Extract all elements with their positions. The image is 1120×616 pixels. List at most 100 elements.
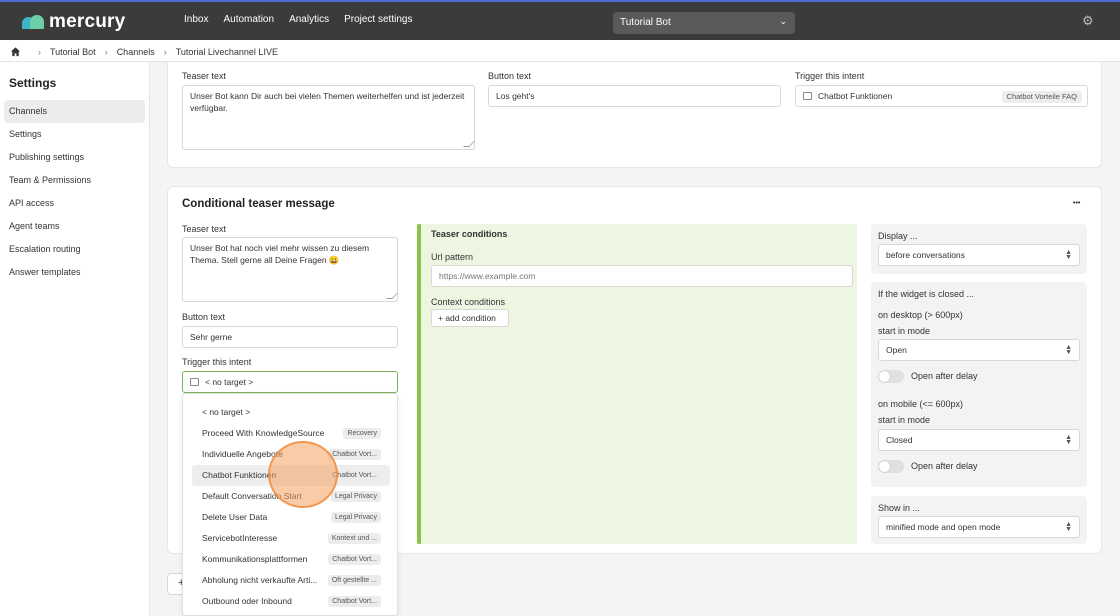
desktop-delay-toggle[interactable] bbox=[878, 370, 904, 383]
conditional-trigger-intent-select[interactable]: < no target > bbox=[182, 371, 398, 393]
gear-icon[interactable]: ⚙ bbox=[1082, 14, 1096, 28]
dropdown-item-label: Chatbot Funktionen bbox=[202, 470, 277, 480]
breadcrumb-channel[interactable]: Tutorial Livechannel LIVE bbox=[176, 47, 278, 57]
desktop-mode-label: start in mode bbox=[878, 326, 931, 336]
teaser-conditions-title: Teaser conditions bbox=[431, 229, 508, 239]
sidebar-item-publishing-settings[interactable]: Publishing settings bbox=[4, 146, 145, 169]
sidebar-item-channels[interactable]: Channels bbox=[4, 100, 145, 123]
dropdown-item-badge: Chatbot Vort... bbox=[328, 470, 381, 481]
dropdown-item[interactable]: < no target > bbox=[192, 402, 390, 423]
url-pattern-input[interactable] bbox=[431, 265, 853, 287]
dropdown-item[interactable]: Kommunikationsplattformen Chatbot Vort... bbox=[192, 549, 390, 570]
sidebar-items: Channels Settings Publishing settings Te… bbox=[4, 100, 145, 284]
conditional-teaser-text-label: Teaser text bbox=[182, 224, 227, 234]
dropdown-item-badge: Chatbot Vort... bbox=[328, 449, 381, 460]
mobile-mode-label: start in mode bbox=[878, 415, 931, 425]
settings-sidebar: Settings Channels Settings Publishing se… bbox=[0, 62, 150, 616]
breadcrumb: › Tutorial Bot › Channels › Tutorial Liv… bbox=[0, 42, 1120, 62]
more-options-icon[interactable]: ••• bbox=[1073, 200, 1080, 207]
show-in-value: minified mode and open mode bbox=[886, 522, 1001, 532]
teaser-card: Teaser text Unser Bot kann Dir auch bei … bbox=[167, 62, 1102, 168]
dropdown-item-label: Kommunikationsplattformen bbox=[202, 554, 308, 564]
trigger-intent-select[interactable]: Chatbot Funktionen Chatbot Vorteile FAQ bbox=[795, 85, 1088, 107]
dropdown-item-label: Proceed With KnowledgeSource bbox=[202, 428, 325, 438]
mercury-logo-icon bbox=[22, 15, 44, 29]
dropdown-item-label: Delete User Data bbox=[202, 512, 268, 522]
display-select[interactable]: before conversations ▲ ▼ bbox=[878, 244, 1080, 266]
dropdown-item-label: Default Conversation Start bbox=[202, 491, 302, 501]
dropdown-item[interactable]: Proceed With KnowledgeSource Recovery bbox=[192, 423, 390, 444]
dropdown-item[interactable]: Outbound oder Inbound Chatbot Vort... bbox=[192, 591, 390, 612]
show-in-card: Show in ... minified mode and open mode … bbox=[871, 496, 1087, 544]
desktop-mode-select[interactable]: Open ▲ ▼ bbox=[878, 339, 1080, 361]
intent-group-badge: Chatbot Vorteile FAQ bbox=[1001, 91, 1082, 103]
conditional-button-text-input[interactable]: Sehr gerne bbox=[182, 326, 398, 348]
add-condition-button[interactable]: + add condition bbox=[431, 309, 509, 327]
breadcrumb-project[interactable]: Tutorial Bot bbox=[50, 47, 96, 57]
conditional-button-text-label: Button text bbox=[182, 312, 226, 322]
dropdown-item[interactable]: ServicebotInteresse Kontext und ... bbox=[192, 528, 390, 549]
button-text-label: Button text bbox=[488, 71, 532, 81]
intent-icon bbox=[190, 377, 199, 386]
sidebar-item-api-access[interactable]: API access bbox=[4, 192, 145, 215]
display-card: Display ... before conversations ▲ ▼ bbox=[871, 224, 1087, 274]
mobile-delay-label: Open after delay bbox=[911, 461, 978, 471]
chevron-right-icon: › bbox=[38, 46, 41, 57]
main-nav: Inbox Automation Analytics Project setti… bbox=[184, 14, 427, 25]
project-select[interactable]: Tutorial Bot ⌄ bbox=[613, 12, 795, 34]
dropdown-item-badge: Kontext und ... bbox=[327, 533, 381, 544]
teaser-text-label: Teaser text bbox=[182, 71, 227, 81]
mobile-delay-toggle[interactable] bbox=[878, 460, 904, 473]
chevron-down-icon: ⌄ bbox=[779, 16, 787, 26]
sidebar-item-escalation-routing[interactable]: Escalation routing bbox=[4, 238, 145, 261]
show-in-select[interactable]: minified mode and open mode ▲ ▼ bbox=[878, 516, 1080, 538]
top-navigation-bar: mercury Inbox Automation Analytics Proje… bbox=[0, 0, 1120, 40]
widget-closed-card: If the widget is closed ... on desktop (… bbox=[871, 282, 1087, 487]
mobile-mode-value: Closed bbox=[886, 435, 913, 445]
dropdown-item-label: Individuelle Angebote bbox=[202, 449, 283, 459]
project-select-value: Tutorial Bot bbox=[620, 17, 671, 28]
breadcrumb-channels[interactable]: Channels bbox=[117, 47, 155, 57]
home-icon[interactable] bbox=[10, 46, 21, 57]
teaser-text-input[interactable]: Unser Bot kann Dir auch bei vielen Theme… bbox=[182, 85, 475, 150]
nav-inbox[interactable]: Inbox bbox=[184, 14, 208, 25]
dropdown-item-label: Outbound oder Inbound bbox=[202, 596, 292, 606]
dropdown-item-hovered[interactable]: Chatbot Funktionen Chatbot Vort... bbox=[192, 465, 390, 486]
url-pattern-label: Url pattern bbox=[431, 252, 474, 262]
sidebar-title: Settings bbox=[9, 76, 57, 90]
nav-automation[interactable]: Automation bbox=[223, 14, 274, 25]
dropdown-item-badge: Oft gestellte ... bbox=[327, 575, 381, 586]
select-arrows-icon: ▲ ▼ bbox=[1065, 434, 1072, 446]
intent-dropdown-menu: < no target > Proceed With KnowledgeSour… bbox=[182, 393, 398, 616]
desktop-delay-label: Open after delay bbox=[911, 371, 978, 381]
button-text-input[interactable]: Los geht's bbox=[488, 85, 781, 107]
dropdown-item-label: ServicebotInteresse bbox=[202, 533, 278, 543]
conditional-teaser-text-input[interactable]: Unser Bot hat noch viel mehr wissen zu d… bbox=[182, 237, 398, 302]
nav-project-settings[interactable]: Project settings bbox=[344, 14, 412, 25]
dropdown-item[interactable]: Abholung nicht verkaufte Arti... Oft gest… bbox=[192, 570, 390, 591]
sidebar-item-team-permissions[interactable]: Team & Permissions bbox=[4, 169, 145, 192]
dropdown-item-badge: Legal Privacy bbox=[330, 512, 381, 523]
chevron-right-icon: › bbox=[104, 46, 108, 57]
trigger-intent-value: Chatbot Funktionen bbox=[818, 91, 893, 101]
sidebar-item-settings[interactable]: Settings bbox=[4, 123, 145, 146]
sidebar-item-answer-templates[interactable]: Answer templates bbox=[4, 261, 145, 284]
select-arrows-icon: ▲ ▼ bbox=[1065, 249, 1072, 261]
desktop-label: on desktop (> 600px) bbox=[878, 310, 963, 320]
dropdown-item-badge: Chatbot Vort... bbox=[328, 554, 381, 565]
conditional-teaser-title: Conditional teaser message bbox=[182, 198, 335, 210]
nav-analytics[interactable]: Analytics bbox=[289, 14, 329, 25]
mobile-mode-select[interactable]: Closed ▲ ▼ bbox=[878, 429, 1080, 451]
mercury-logo[interactable]: mercury bbox=[22, 11, 125, 33]
teaser-conditions-panel: Teaser conditions Url pattern Context co… bbox=[417, 224, 857, 544]
dropdown-item[interactable]: Default Conversation Start Legal Privacy bbox=[192, 486, 390, 507]
dropdown-item-label: Abholung nicht verkaufte Arti... bbox=[202, 575, 318, 585]
dropdown-item[interactable]: Individuelle Angebote Chatbot Vort... bbox=[192, 444, 390, 465]
chevron-right-icon: › bbox=[163, 46, 167, 57]
dropdown-item[interactable]: Delete User Data Legal Privacy bbox=[192, 507, 390, 528]
conditional-trigger-intent-value: < no target > bbox=[205, 377, 254, 387]
show-in-label: Show in ... bbox=[878, 503, 921, 513]
sidebar-item-agent-teams[interactable]: Agent teams bbox=[4, 215, 145, 238]
dropdown-item-label: < no target > bbox=[202, 407, 251, 417]
logo-text: mercury bbox=[49, 11, 126, 32]
